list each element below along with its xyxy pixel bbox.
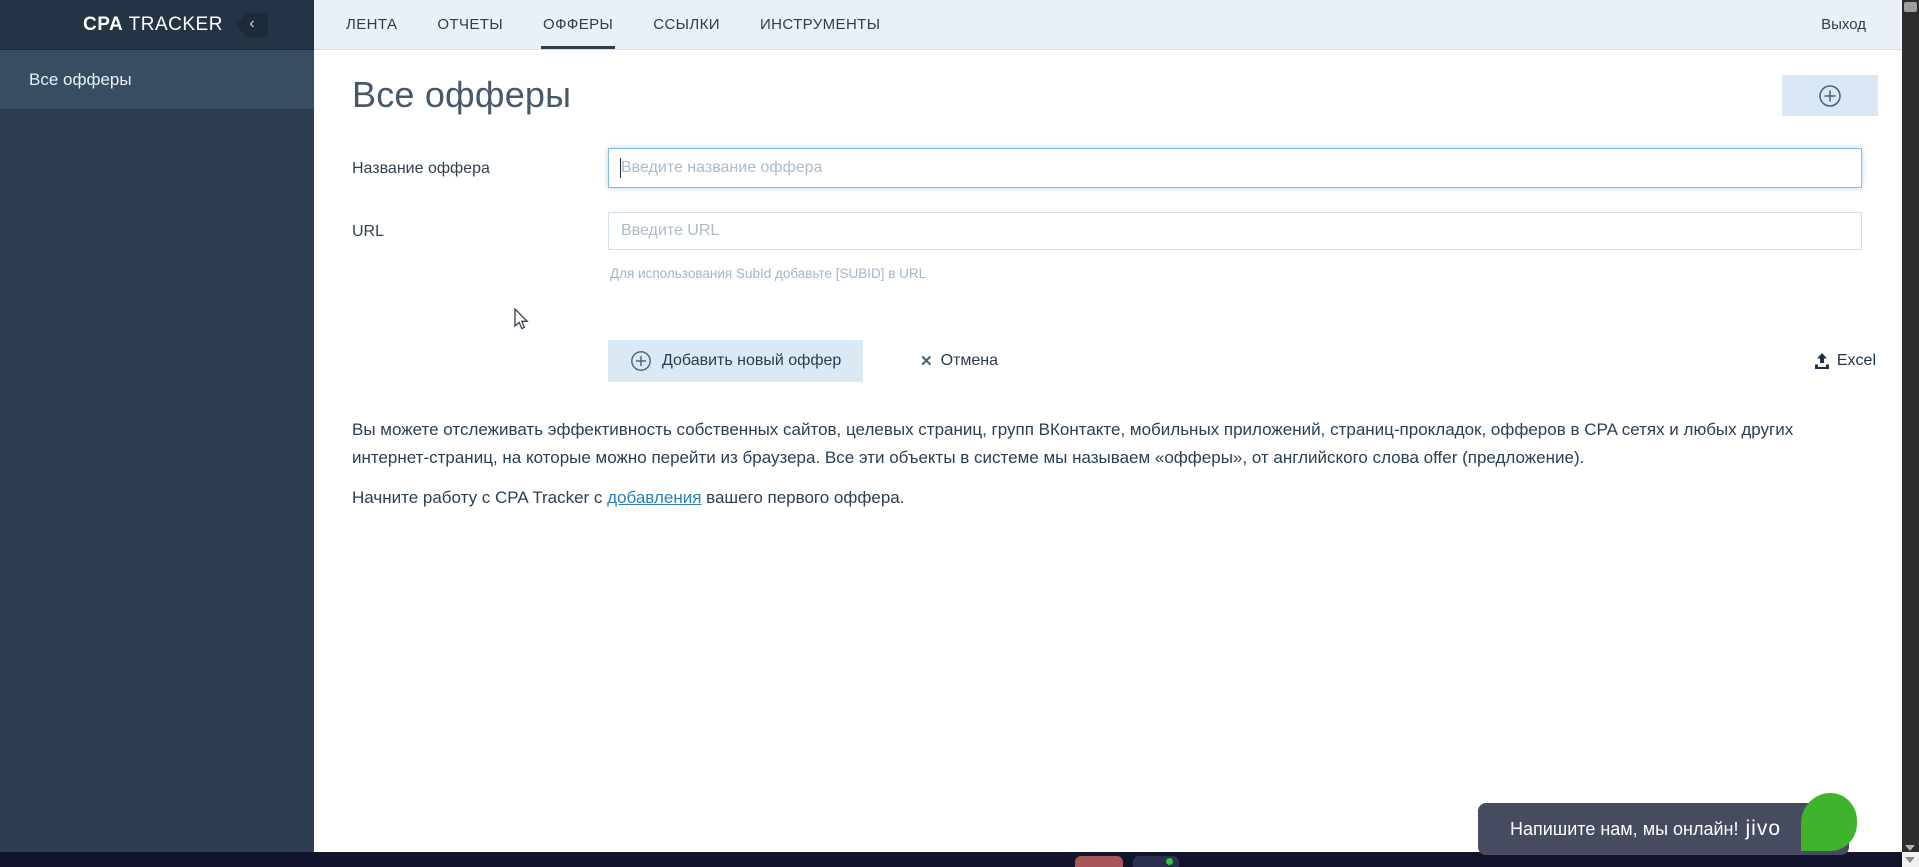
tab-instrumenty[interactable]: ИНСТРУМЕНТЫ <box>760 0 881 49</box>
tab-offery[interactable]: ОФФЕРЫ <box>541 0 616 49</box>
tab-label: ЛЕНТА <box>346 16 398 33</box>
cancel-label: Отмена <box>940 352 998 369</box>
page-title: Все офферы <box>352 74 572 115</box>
tab-ssylki[interactable]: ССЫЛКИ <box>653 0 720 49</box>
submit-label: Добавить новый оффер <box>662 352 842 369</box>
tab-label: ИНСТРУМЕНТЫ <box>759 16 881 33</box>
tab-label: ОТЧЕТЫ <box>437 16 504 33</box>
chat-message: Напишите нам, мы онлайн! <box>1510 818 1739 839</box>
offer-url-label: URL <box>352 223 385 240</box>
scrollbar-down-button[interactable] <box>1902 852 1919 867</box>
p2-before: Начните работу с CPA Tracker с <box>352 488 608 507</box>
scrollbar-down-arrow-icon <box>1905 845 1915 851</box>
sidebar-collapse-holder: ‹ <box>236 0 310 50</box>
tab-label: ОФФЕРЫ <box>543 16 614 33</box>
sidebar-item-label: Все офферы <box>29 69 132 89</box>
plus-circle-icon <box>1819 84 1841 107</box>
main-content: Все офферы Название оффера URL Для испол… <box>314 50 1902 852</box>
submit-offer-button[interactable]: Добавить новый оффер <box>608 340 864 382</box>
form-actions: Добавить новый оффер ✕ Отмена Excel <box>608 340 1878 382</box>
p2-after: вашего первого оффера. <box>701 488 905 507</box>
offer-name-label: Название оффера <box>352 160 490 177</box>
tab-otchety[interactable]: ОТЧЕТЫ <box>437 0 503 49</box>
upload-icon <box>1814 352 1829 369</box>
jivo-logo: jivo <box>1745 817 1781 840</box>
excel-label: Excel <box>1836 352 1876 369</box>
top-navigation: ЛЕНТА ОТЧЕТЫ ОФФЕРЫ ССЫЛКИ ИНСТРУМЕНТЫ В… <box>314 0 1902 50</box>
add-offer-button[interactable] <box>1782 75 1878 116</box>
add-offer-link[interactable]: добавления <box>607 488 701 507</box>
scrollbar-thumb[interactable] <box>1904 2 1917 12</box>
offer-name-input[interactable] <box>608 148 1862 188</box>
plus-circle-icon <box>631 351 651 371</box>
sidebar-collapse-button[interactable]: ‹ <box>236 13 268 37</box>
brand-text: CPA TRACKER <box>83 14 223 36</box>
description-paragraph: Вы можете отслеживать эффективность собс… <box>352 420 1794 467</box>
sidebar: CPA TRACKER ‹ Все офферы <box>0 0 314 852</box>
logout-label: Выход <box>1821 16 1866 33</box>
app-logo: CPA TRACKER ‹ <box>0 0 314 50</box>
jivo-chat-widget[interactable]: Напишите нам, мы онлайн! jivo <box>1478 793 1857 855</box>
tab-label: ССЫЛКИ <box>653 16 720 33</box>
excel-export-button[interactable]: Excel <box>1814 344 1876 378</box>
close-icon: ✕ <box>920 353 933 370</box>
brand-bold: CPA <box>83 13 124 35</box>
offer-url-input[interactable] <box>608 212 1862 250</box>
page-scrollbar[interactable] <box>1902 0 1919 867</box>
taskbar-app-red[interactable] <box>1075 856 1123 867</box>
subid-hint: Для использования SubId добавьте [SUBID]… <box>610 266 927 281</box>
taskbar-app-dark[interactable] <box>1133 856 1179 867</box>
chevron-left-icon: ‹ <box>249 15 255 32</box>
cancel-button[interactable]: ✕ Отмена <box>920 340 998 382</box>
logout-link[interactable]: Выход <box>1821 0 1902 49</box>
jivo-leaf-icon <box>1801 793 1857 851</box>
getting-started-paragraph: Начните работу с CPA Tracker с добавлени… <box>352 488 904 508</box>
tab-lenta[interactable]: ЛЕНТА <box>346 0 397 49</box>
brand-rest: TRACKER <box>123 13 223 35</box>
sidebar-item-all-offers[interactable]: Все офферы <box>0 50 314 110</box>
status-dot-green <box>1166 858 1173 865</box>
text-caret <box>620 158 621 178</box>
